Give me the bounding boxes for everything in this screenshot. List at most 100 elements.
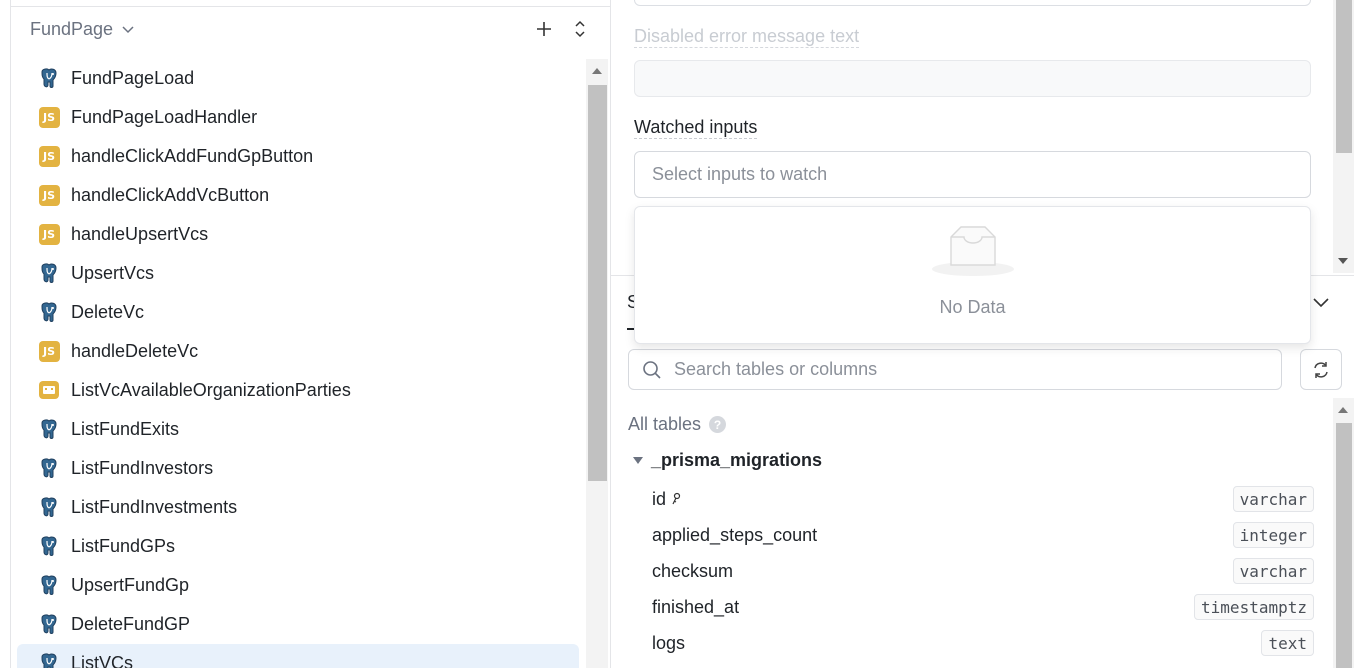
table-tree-node[interactable]: _prisma_migrations: [633, 450, 822, 471]
scroll-up-arrow-icon[interactable]: [1338, 407, 1348, 413]
panel-divider: [10, 0, 11, 668]
postgres-icon: [38, 301, 60, 323]
js-icon: JS: [38, 145, 60, 167]
column-name-cell: id: [652, 489, 682, 510]
query-list-item[interactable]: ListFundInvestors: [17, 449, 579, 488]
query-list-item[interactable]: ListVCs: [17, 644, 579, 668]
scrollbar-thumb[interactable]: [1336, 0, 1352, 153]
column-row[interactable]: id varchar: [652, 484, 1314, 514]
js-icon: JS: [38, 223, 60, 245]
expand-collapse-button[interactable]: [568, 17, 592, 41]
query-list-item[interactable]: FundPageLoad: [17, 59, 579, 98]
query-name: handleClickAddFundGpButton: [71, 146, 314, 166]
schema-scrollbar[interactable]: [1333, 398, 1354, 668]
query-name: ListFundInvestments: [71, 497, 238, 517]
help-icon[interactable]: ?: [709, 416, 727, 433]
js-badge: JS: [38, 106, 60, 128]
no-data-text: No Data: [939, 297, 1006, 317]
query-list-item[interactable]: DeleteFundGP: [17, 605, 579, 644]
query-list-panel: FundPage FundPageLoad JS FundPageLoadHandl…: [0, 0, 611, 668]
inspector-scrollbar[interactable]: [1333, 0, 1354, 273]
query-list-item[interactable]: JS FundPageLoadHandler: [17, 98, 579, 137]
plus-icon: [537, 22, 551, 36]
query-list-item[interactable]: ListVcAvailableOrganizationParties: [17, 371, 579, 410]
watched-inputs-placeholder: Select inputs to watch: [652, 164, 828, 184]
query-name: DeleteVc: [71, 302, 145, 322]
query-name: UpsertVcs: [71, 263, 155, 283]
refresh-icon: [1314, 361, 1328, 378]
query-list-item[interactable]: JS handleClickAddVcButton: [17, 176, 579, 215]
scroll-down-arrow-icon[interactable]: [1338, 258, 1348, 264]
column-name: checksum: [652, 560, 734, 581]
schema-search-input[interactable]: Search tables or columns: [628, 349, 1282, 390]
scroll-up-arrow-icon[interactable]: [592, 68, 602, 74]
postgres-icon: [38, 457, 60, 479]
group-selector[interactable]: FundPage: [30, 15, 135, 43]
query-list: FundPageLoad JS FundPageLoadHandler JS handl…: [17, 59, 583, 668]
postgres-icon: [38, 574, 60, 596]
column-row[interactable]: finished_at timestamptz: [652, 592, 1314, 622]
query-list-item[interactable]: JS handleClickAddFundGpButton: [17, 137, 579, 176]
scrollbar-thumb[interactable]: [1336, 423, 1352, 668]
query-name: UpsertFundGp: [71, 575, 190, 595]
column-name: applied_steps_count: [652, 524, 818, 545]
query-name: ListFundGPs: [71, 536, 176, 556]
query-list-item[interactable]: JS handleDeleteVc: [17, 332, 579, 371]
query-list-item[interactable]: ListFundExits: [17, 410, 579, 449]
query-name: ListVCs: [71, 653, 134, 668]
primary-key-icon: [672, 492, 681, 505]
previous-field[interactable]: [634, 0, 1311, 6]
watched-inputs-select[interactable]: Select inputs to watch: [634, 151, 1311, 198]
search-icon: [643, 361, 661, 379]
query-list-item[interactable]: JS handleUpsertVcs: [17, 215, 579, 254]
scrollbar-thumb[interactable]: [588, 85, 607, 481]
left-scrollbar[interactable]: [586, 59, 608, 668]
disabled-error-field: [634, 60, 1311, 97]
query-name: handleClickAddVcButton: [71, 185, 270, 205]
watched-inputs-dropdown: No Data: [634, 206, 1311, 344]
postgres-icon: [38, 262, 60, 284]
column-type-badge: integer: [1232, 522, 1314, 548]
column-row[interactable]: logs text: [652, 628, 1314, 658]
query-name: FundPageLoad: [71, 68, 195, 88]
column-name: logs: [652, 632, 686, 653]
query-list-item[interactable]: ListFundGPs: [17, 527, 579, 566]
column-name-cell: logs: [652, 633, 685, 654]
postgres-icon: [38, 67, 60, 89]
query-name: ListFundInvestors: [71, 458, 214, 478]
query-name: handleDeleteVc: [71, 341, 199, 361]
add-query-button[interactable]: [532, 17, 556, 41]
postgres-icon: [38, 496, 60, 518]
column-type-badge: varchar: [1232, 486, 1314, 512]
js-icon: JS: [38, 340, 60, 362]
chevron-down-icon: [122, 26, 134, 34]
query-list-item[interactable]: UpsertVcs: [17, 254, 579, 293]
column-type-badge: varchar: [1232, 558, 1314, 584]
query-list-item[interactable]: DeleteVc: [17, 293, 579, 332]
js-badge: JS: [38, 184, 60, 206]
column-row[interactable]: checksum varchar: [652, 556, 1314, 586]
table-name: _prisma_migrations: [651, 450, 823, 470]
all-tables-header: All tables ?: [628, 414, 727, 435]
postgres-icon: [38, 535, 60, 557]
column-type-badge: timestamptz: [1194, 594, 1314, 620]
caret-down-icon[interactable]: [633, 457, 643, 464]
chevron-down-icon[interactable]: [1311, 292, 1331, 312]
js-badge: JS: [38, 340, 60, 362]
search-placeholder: Search tables or columns: [674, 359, 878, 379]
all-tables-label: All tables: [628, 414, 702, 434]
column-name-cell: checksum: [652, 561, 733, 582]
query-list-item[interactable]: UpsertFundGp: [17, 566, 579, 605]
column-row[interactable]: applied_steps_count integer: [652, 520, 1314, 550]
postgres-icon: [38, 418, 60, 440]
query-list-item[interactable]: ListFundInvestments: [17, 488, 579, 527]
panel-top-border: [11, 0, 611, 7]
js-icon: JS: [38, 184, 60, 206]
refresh-schema-button[interactable]: [1300, 349, 1342, 390]
js-badge: JS: [38, 145, 60, 167]
column-name: id: [652, 488, 667, 509]
chevron-up-down-icon: [575, 20, 585, 38]
query-name: ListVcAvailableOrganizationParties: [71, 380, 351, 400]
retool-db-icon: [38, 379, 60, 401]
postgres-icon: [38, 652, 60, 668]
